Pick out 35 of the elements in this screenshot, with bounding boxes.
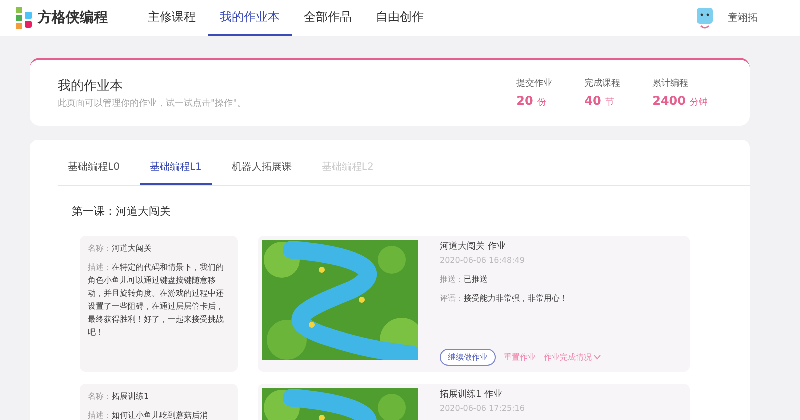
nav-tab[interactable]: 自由创作 bbox=[364, 0, 436, 36]
page-title: 我的作业本 bbox=[58, 78, 124, 94]
avatar-icon bbox=[696, 7, 714, 29]
stat-unit: 份 bbox=[537, 97, 546, 109]
work-title: 拓展训练1 作业 bbox=[440, 388, 504, 401]
work-date: 2020-06-06 16:48:49 bbox=[440, 256, 526, 265]
stat-value: 20 bbox=[516, 94, 534, 108]
field-text: 评语：接受能力非常强，非常用心！ bbox=[440, 293, 569, 305]
caret-icon bbox=[594, 355, 601, 360]
continue-button[interactable]: 继续做作业 bbox=[440, 349, 496, 366]
colored-squares-icon bbox=[16, 7, 34, 29]
page-subtitle: 此页面可以管理你的作业，试一试点击"操作"。 bbox=[58, 98, 246, 110]
stat-unit: 节 bbox=[605, 96, 614, 109]
stat-label: 累计编程 bbox=[652, 78, 690, 90]
work-date: 2020-06-06 17:25:16 bbox=[440, 404, 526, 413]
stat-label: 完成课程 bbox=[584, 78, 622, 90]
course-tab[interactable]: 基础编程L0 bbox=[58, 154, 130, 185]
stat-label: 提交作业 bbox=[516, 78, 554, 90]
field-text: 名称：拓展训练1 bbox=[88, 391, 150, 403]
course-tab[interactable]: 机器人拓展课 bbox=[222, 154, 302, 185]
nav-tab[interactable]: 全部作品 bbox=[292, 0, 364, 36]
field-text: 描述：在特定的代码和情景下，我们的角色小鱼儿可以通过键盘按键随意移动，并且旋转角度。在游戏的过程中还设置了一些阻碍，在通过层层管卡后，最终获得胜利！好了，一起来接受挑战吧！ bbox=[88, 262, 225, 339]
stat-value: 2400 bbox=[652, 94, 686, 108]
stat-unit: 分钟 bbox=[690, 96, 708, 109]
work-title: 河道大闯关 作业 bbox=[440, 240, 507, 253]
course-tab[interactable]: 基础编程L1 bbox=[140, 154, 212, 185]
lesson-title: 第一课：河道大闯关 bbox=[71, 204, 172, 220]
user-name[interactable]: 童翊拓 bbox=[728, 11, 758, 25]
field-text: 推送：已推送 bbox=[440, 274, 489, 286]
nav-tab[interactable]: 主修课程 bbox=[136, 0, 208, 36]
stat-value: 40 bbox=[584, 94, 602, 108]
field-text: 名称：河道大闯关 bbox=[88, 243, 153, 255]
nav-tab[interactable]: 我的作业本 bbox=[208, 0, 292, 36]
logo-text: 方格侠编程 bbox=[38, 9, 108, 27]
field-text: 描述：如何让小鱼儿吃到蘑菇后消 bbox=[88, 410, 209, 420]
